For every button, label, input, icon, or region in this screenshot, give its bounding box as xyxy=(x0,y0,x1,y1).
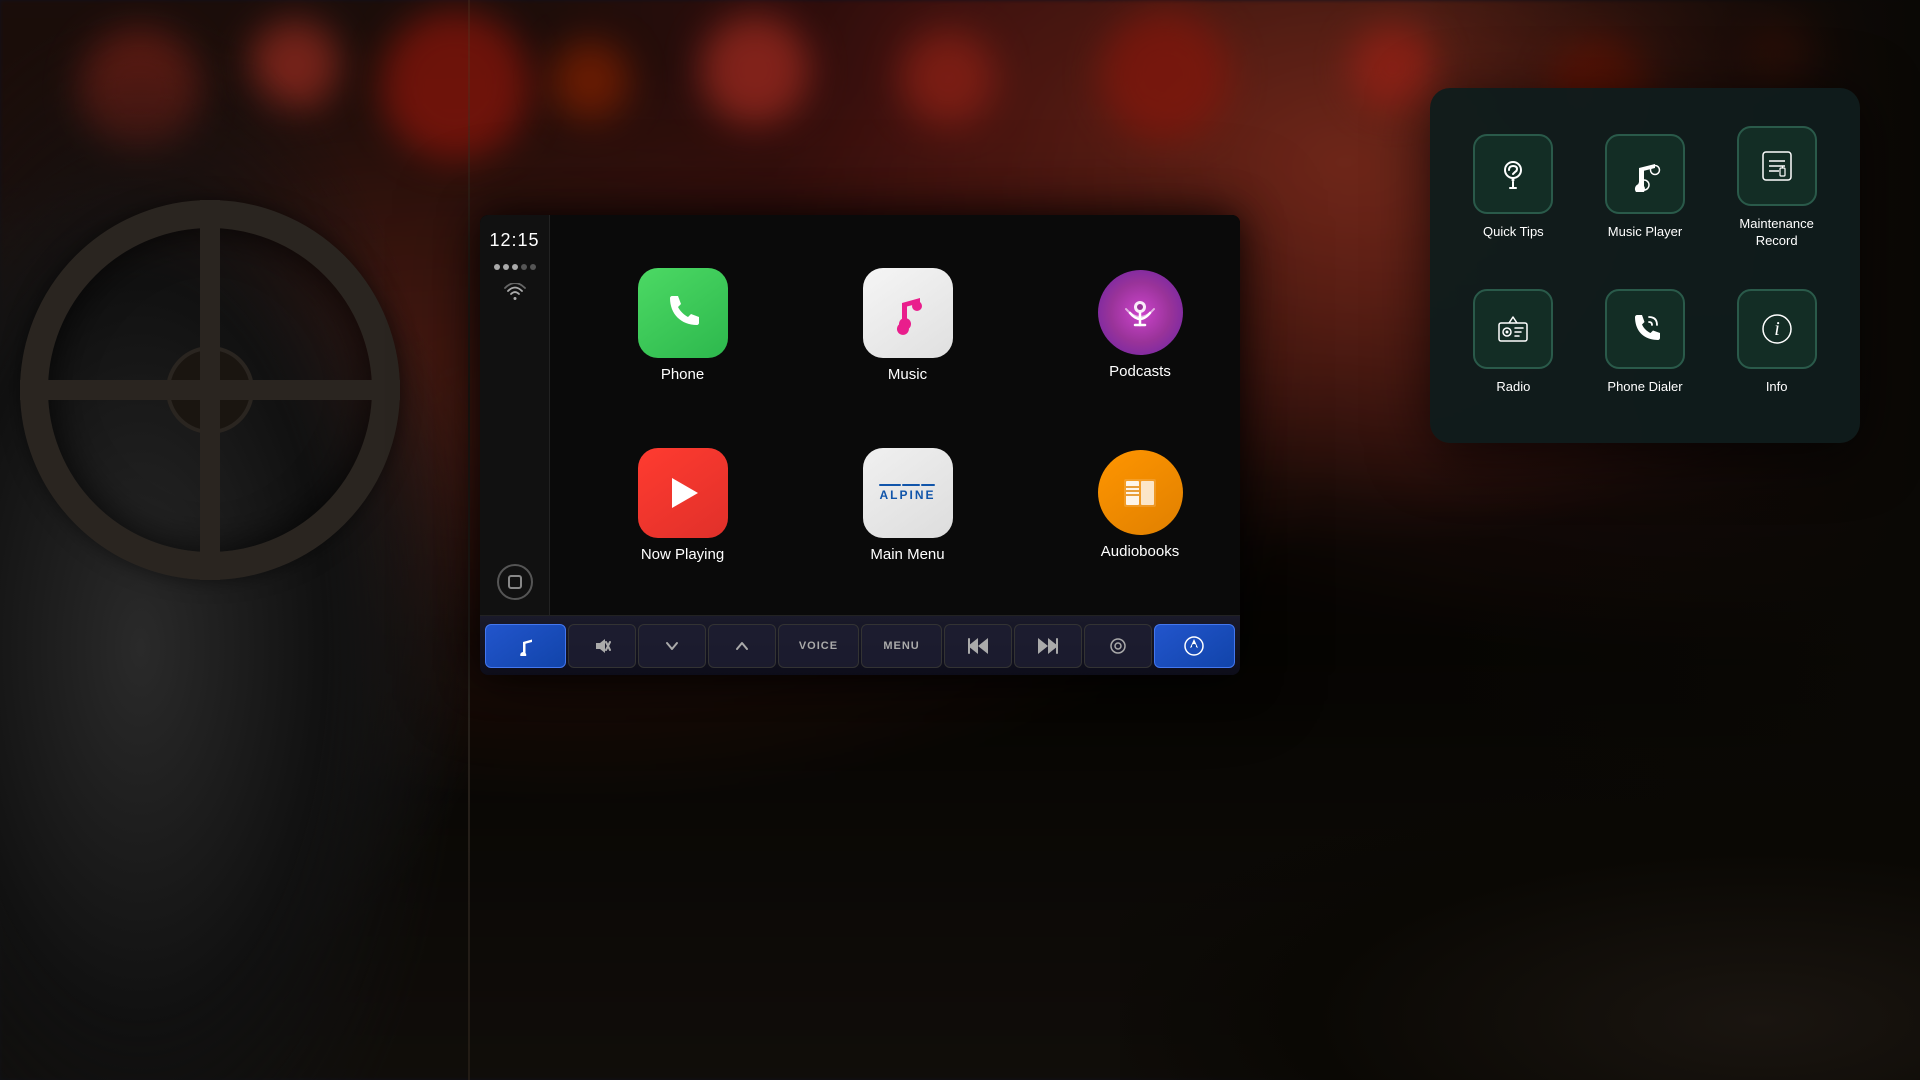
app-label-phone: Phone xyxy=(661,366,704,383)
app-item-music[interactable]: Music xyxy=(795,235,1020,415)
control-bar: VOICE MENU xyxy=(480,615,1240,675)
drawer-item-quick-tips[interactable]: Quick Tips xyxy=(1455,118,1572,258)
alpine-line xyxy=(879,484,901,486)
drawer-label-maintenance-record: Maintenance Record xyxy=(1739,216,1813,250)
ctrl-nav-button[interactable] xyxy=(1154,624,1235,668)
right-apps-panel: Podcasts Audiobooks xyxy=(1040,215,1240,615)
screen-content: 12:15 xyxy=(480,215,1240,615)
app-drawer: Quick Tips Music Player Maintenance Reco… xyxy=(1430,88,1860,443)
app-item-audiobooks[interactable]: Audiobooks xyxy=(1050,450,1230,560)
menu-label: MENU xyxy=(883,640,919,652)
drawer-label-info: Info xyxy=(1766,379,1788,396)
sidebar-dots xyxy=(494,264,536,270)
drawer-item-maintenance-record[interactable]: Maintenance Record xyxy=(1718,118,1835,258)
app-item-now-playing[interactable]: Now Playing xyxy=(570,415,795,595)
sidebar-dot xyxy=(503,264,509,270)
now-playing-icon-bg xyxy=(638,448,728,538)
ctrl-prev-button[interactable] xyxy=(944,624,1012,668)
app-label-audiobooks: Audiobooks xyxy=(1101,543,1179,560)
sidebar-dot xyxy=(530,264,536,270)
ctrl-music-button[interactable] xyxy=(485,624,566,668)
ctrl-next-button[interactable] xyxy=(1014,624,1082,668)
app-item-podcasts[interactable]: Podcasts xyxy=(1050,270,1230,380)
speaker-area xyxy=(1120,780,1920,1080)
screen-sidebar: 12:15 xyxy=(480,215,550,615)
voice-label: VOICE xyxy=(799,640,838,652)
drawer-label-music-player: Music Player xyxy=(1608,224,1682,241)
drawer-item-radio[interactable]: Radio xyxy=(1455,273,1572,413)
ctrl-up-button[interactable] xyxy=(708,624,776,668)
drawer-label-quick-tips: Quick Tips xyxy=(1483,224,1544,241)
home-button-inner xyxy=(508,575,522,589)
phone-icon-bg xyxy=(638,268,728,358)
radio-icon-box xyxy=(1473,289,1553,369)
podcasts-icon-bg xyxy=(1098,270,1183,355)
quick-tips-icon-box xyxy=(1473,134,1553,214)
maintenance-icon-box xyxy=(1737,126,1817,206)
drawer-item-phone-dialer[interactable]: Phone Dialer xyxy=(1587,273,1704,413)
ctrl-down-button[interactable] xyxy=(638,624,706,668)
app-item-phone[interactable]: Phone xyxy=(570,235,795,415)
alpine-lines-group xyxy=(879,484,935,486)
sidebar-dot xyxy=(512,264,518,270)
app-item-main-menu[interactable]: ALPINE Main Menu xyxy=(795,415,1020,595)
drawer-item-info[interactable]: i Info xyxy=(1718,273,1835,413)
drawer-label-phone-dialer: Phone Dialer xyxy=(1607,379,1682,396)
sidebar-dot xyxy=(521,264,527,270)
ctrl-eject-button[interactable] xyxy=(1084,624,1152,668)
app-label-podcasts: Podcasts xyxy=(1109,363,1171,380)
phone-dialer-icon-box xyxy=(1605,289,1685,369)
app-label-music: Music xyxy=(888,366,927,383)
home-button[interactable] xyxy=(497,564,533,600)
ctrl-mute-button[interactable] xyxy=(568,624,636,668)
steering-spoke-vertical xyxy=(200,200,220,580)
music-player-icon-box xyxy=(1605,134,1685,214)
ctrl-voice-button[interactable]: VOICE xyxy=(778,624,859,668)
music-icon-bg xyxy=(863,268,953,358)
drawer-item-music-player[interactable]: Music Player xyxy=(1587,118,1704,258)
drawer-label-radio: Radio xyxy=(1496,379,1530,396)
alpine-line xyxy=(921,484,935,486)
alpine-text: ALPINE xyxy=(879,488,935,502)
alpine-line xyxy=(902,484,920,486)
info-icon-box: i xyxy=(1737,289,1817,369)
alpine-logo: ALPINE xyxy=(879,484,935,502)
sidebar-dot xyxy=(494,264,500,270)
ctrl-menu-button[interactable]: MENU xyxy=(861,624,942,668)
steering-wheel xyxy=(20,200,400,580)
sidebar-time: 12:15 xyxy=(489,230,539,251)
main-menu-icon-bg: ALPINE xyxy=(863,448,953,538)
svg-text:i: i xyxy=(1774,318,1780,340)
app-label-main-menu: Main Menu xyxy=(870,546,944,563)
steering-area xyxy=(0,0,470,1080)
app-grid: Phone Music xyxy=(550,215,1040,615)
app-label-now-playing: Now Playing xyxy=(641,546,724,563)
wifi-icon xyxy=(504,283,526,306)
infotainment-screen: 12:15 xyxy=(480,215,1240,675)
audiobooks-icon-bg xyxy=(1098,450,1183,535)
